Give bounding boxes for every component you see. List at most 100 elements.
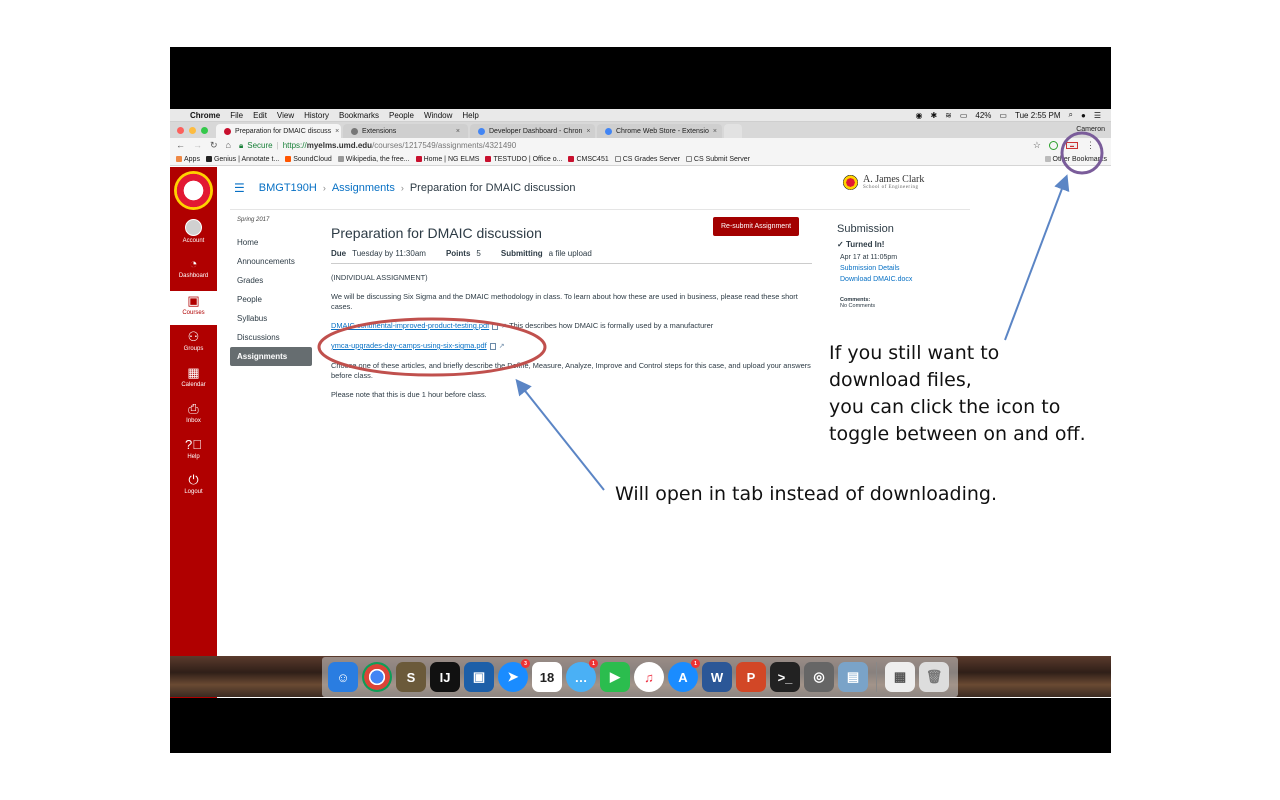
wifi-icon[interactable]: ≋ xyxy=(945,111,952,120)
breadcrumb-assignments[interactable]: Assignments xyxy=(332,182,395,194)
zoom-window-button[interactable] xyxy=(201,127,208,134)
popout-icon[interactable]: ↗ xyxy=(501,323,507,330)
bookmark-cs-grades[interactable]: CS Grades Server xyxy=(614,156,680,163)
menu-app[interactable]: Chrome xyxy=(190,111,220,120)
tab-developer-dashboard[interactable]: Developer Dashboard - Chron × xyxy=(470,124,595,138)
tab-preparation-dmaic[interactable]: Preparation for DMAIC discuss × xyxy=(216,124,341,138)
submission-details-link[interactable]: Submission Details xyxy=(840,263,967,274)
breadcrumb-separator-icon: › xyxy=(400,183,404,193)
calendar-icon: ▦ xyxy=(187,365,200,380)
preview-icon[interactable]: ▤ xyxy=(838,662,868,692)
tab-extensions[interactable]: Extensions × xyxy=(343,124,468,138)
close-tab-icon[interactable]: × xyxy=(586,128,590,135)
menu-view[interactable]: View xyxy=(277,111,294,120)
course-nav-people[interactable]: People xyxy=(230,290,312,309)
back-icon[interactable]: ← xyxy=(176,140,185,151)
new-tab-button[interactable] xyxy=(724,124,742,138)
tab-chrome-web-store[interactable]: Chrome Web Store - Extensio × xyxy=(597,124,722,138)
global-nav-help[interactable]: ?⃝ Help xyxy=(170,438,217,461)
course-nav-home[interactable]: Home xyxy=(230,233,312,252)
terminal-icon[interactable]: >_ xyxy=(770,662,800,692)
forward-icon[interactable]: → xyxy=(193,140,202,151)
menu-bookmarks[interactable]: Bookmarks xyxy=(339,111,379,120)
file2-link[interactable]: ymca-upgrades-day-camps-using-six-sigma.… xyxy=(331,341,487,350)
global-nav-courses[interactable]: ▣ Courses xyxy=(170,291,217,325)
reload-icon[interactable]: ↻ xyxy=(210,140,218,151)
toolbar-right: ☆ ▬ ⋮ xyxy=(1033,140,1095,151)
spotlight-icon[interactable]: ⌕ xyxy=(1069,110,1073,120)
virtualbox-icon[interactable]: ▣ xyxy=(464,662,494,692)
course-nav-assignments[interactable]: Assignments xyxy=(230,347,312,366)
bookmark-soundcloud[interactable]: SoundCloud xyxy=(285,156,332,163)
breadcrumb-course[interactable]: BMGT190H xyxy=(259,182,317,194)
downloads-stack-icon[interactable]: ▦ xyxy=(885,662,915,692)
safari-icon[interactable]: ➤ 3 xyxy=(498,659,530,692)
close-tab-icon[interactable]: × xyxy=(335,128,339,135)
menu-people[interactable]: People xyxy=(389,111,414,120)
close-window-button[interactable] xyxy=(177,127,184,134)
download-toggle-extension-icon[interactable]: ▬ xyxy=(1066,142,1078,149)
bookmark-wikipedia[interactable]: Wikipedia, the free... xyxy=(337,156,410,163)
bookmark-apps[interactable]: Apps xyxy=(176,156,200,163)
global-nav-dashboard[interactable]: ◔ Dashboard xyxy=(170,257,217,280)
dvd-player-icon[interactable]: ◎ xyxy=(804,662,834,692)
close-tab-icon[interactable]: × xyxy=(456,128,460,135)
notification-center-icon[interactable]: ☰ xyxy=(1094,111,1101,120)
bookmark-ng-elms[interactable]: Home | NG ELMS xyxy=(415,156,479,163)
clock[interactable]: Tue 2:55 PM xyxy=(1015,111,1061,120)
global-nav-account[interactable]: Account xyxy=(170,219,217,244)
airplay-icon[interactable]: ▭ xyxy=(960,111,968,120)
status-icon[interactable]: ◉ xyxy=(915,111,922,120)
preview-file-icon[interactable] xyxy=(492,322,499,330)
extension-icon[interactable] xyxy=(1049,141,1058,150)
url-field[interactable]: 🔒︎ Secure | https://myelms.umd.edu/cours… xyxy=(239,141,1033,151)
course-nav-syllabus[interactable]: Syllabus xyxy=(230,309,312,328)
chrome-menu-icon[interactable]: ⋮ xyxy=(1086,140,1095,151)
menu-file[interactable]: File xyxy=(230,111,243,120)
bookmark-cmsc451[interactable]: CMSC451 xyxy=(568,156,609,163)
global-nav-inbox[interactable]: ⎙ Inbox xyxy=(170,402,217,425)
menu-help[interactable]: Help xyxy=(462,111,478,120)
powerpoint-icon[interactable]: P xyxy=(736,662,766,692)
bluetooth-icon[interactable]: ✱ xyxy=(930,111,937,120)
minimize-window-button[interactable] xyxy=(189,127,196,134)
menu-edit[interactable]: Edit xyxy=(253,111,267,120)
download-docx-link[interactable]: Download DMAIC.docx xyxy=(840,274,967,285)
close-tab-icon[interactable]: × xyxy=(713,128,717,135)
siri-icon[interactable]: ● xyxy=(1081,111,1086,120)
course-nav-discussions[interactable]: Discussions xyxy=(230,328,312,347)
popout-icon[interactable]: ↗ xyxy=(499,343,505,350)
finder-icon[interactable]: ☺ xyxy=(328,662,358,692)
bookmark-genius[interactable]: Genius | Annotate t... xyxy=(205,156,279,163)
course-nav-grades[interactable]: Grades xyxy=(230,271,312,290)
bookmark-cs-submit[interactable]: CS Submit Server xyxy=(685,156,750,163)
home-icon[interactable]: ⌂ xyxy=(226,140,231,151)
word-icon[interactable]: W xyxy=(702,662,732,692)
itunes-icon[interactable]: ♫ xyxy=(634,662,664,692)
profile-name[interactable]: Cameron xyxy=(1076,126,1105,133)
menu-history[interactable]: History xyxy=(304,111,329,120)
chrome-icon[interactable] xyxy=(362,662,392,692)
global-nav-logout[interactable]: ⏻ Logout xyxy=(170,473,217,496)
menu-window[interactable]: Window xyxy=(424,111,452,120)
calendar-app-icon[interactable]: 18 xyxy=(532,662,562,692)
intellij-icon[interactable]: IJ xyxy=(430,662,460,692)
global-nav-calendar[interactable]: ▦ Calendar xyxy=(170,365,217,389)
app-store-icon[interactable]: A1 xyxy=(668,659,700,692)
messages-icon[interactable]: … 1 xyxy=(566,659,598,692)
resubmit-assignment-button[interactable]: Re-submit Assignment xyxy=(713,217,800,236)
umd-logo[interactable] xyxy=(174,171,213,210)
battery-percent[interactable]: 42% xyxy=(975,111,991,120)
bookmark-testudo[interactable]: TESTUDO | Office o... xyxy=(485,156,562,163)
bookmark-star-icon[interactable]: ☆ xyxy=(1033,140,1041,151)
global-nav-groups[interactable]: ⚇ Groups xyxy=(170,330,217,353)
preview-file-icon[interactable] xyxy=(489,342,496,350)
sublime-text-icon[interactable]: S xyxy=(396,662,426,692)
trash-icon[interactable]: 🗑︎ xyxy=(919,662,949,692)
other-bookmarks[interactable]: Other Bookmarks xyxy=(1044,156,1107,163)
hamburger-menu-icon[interactable]: ☰ xyxy=(234,181,245,195)
soundcloud-icon xyxy=(285,156,292,162)
facetime-icon[interactable]: ▶ xyxy=(600,662,630,692)
course-nav-announcements[interactable]: Announcements xyxy=(230,252,312,271)
file1-link[interactable]: DMAIC continental-improved-product-testi… xyxy=(331,321,489,330)
